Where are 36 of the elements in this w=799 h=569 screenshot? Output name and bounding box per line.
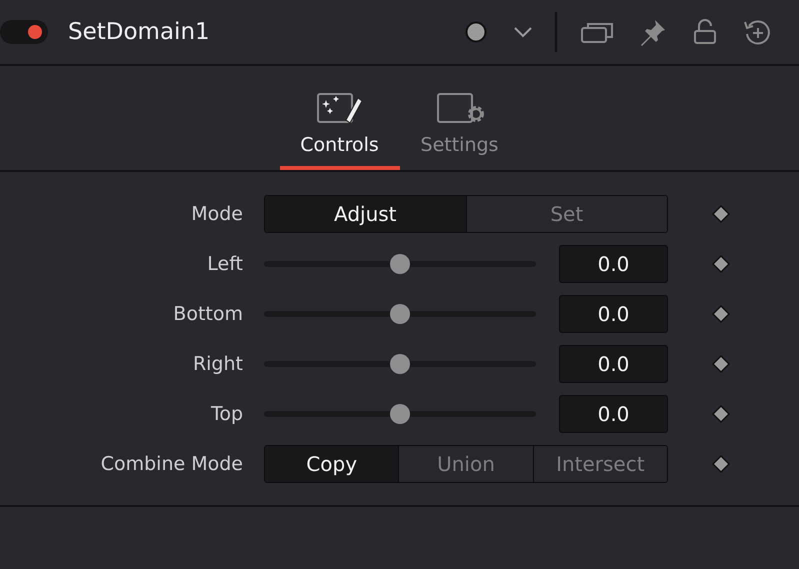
number-field[interactable]: 0.0 [559,245,668,283]
keyframe-icon[interactable] [711,304,731,324]
keyframe-icon[interactable] [711,254,731,274]
windows-icon[interactable] [581,21,613,43]
pin-icon[interactable] [639,18,667,46]
keyframe-icon[interactable] [711,204,731,224]
color-dot-icon[interactable] [465,21,487,43]
keyframe-icon[interactable] [711,354,731,374]
field-label: Top [210,403,244,425]
reset-icon[interactable] [743,18,771,46]
option-button[interactable]: Intersect [532,446,667,482]
slider-thumb[interactable] [390,354,410,374]
lock-icon[interactable] [693,19,717,45]
gear-icon [436,90,484,126]
option-button[interactable]: Copy [265,446,398,482]
keyframe-icon[interactable] [711,454,731,474]
tab[interactable]: Settings [400,66,520,170]
magic-wand-icon [316,90,364,126]
tab[interactable]: Controls [280,66,400,170]
field-label: Right [192,353,244,375]
number-field[interactable]: 0.0 [559,295,668,333]
chevron-icon[interactable] [513,26,533,38]
option-button[interactable]: Adjust [265,196,466,232]
keyframe-icon[interactable] [711,404,731,424]
option-button[interactable]: Set [466,196,667,232]
enable-toggle[interactable] [0,20,48,44]
slider-thumb[interactable] [390,304,410,324]
node-title: SetDomain1 [68,19,211,45]
slider-thumb[interactable] [390,254,410,274]
number-field[interactable]: 0.0 [559,395,668,433]
number-field[interactable]: 0.0 [559,345,668,383]
field-label: Bottom [172,303,244,325]
field-label: Left [206,253,244,275]
slider-thumb[interactable] [390,404,410,424]
field-label: Mode [190,203,244,225]
field-label: Combine Mode [100,453,244,475]
